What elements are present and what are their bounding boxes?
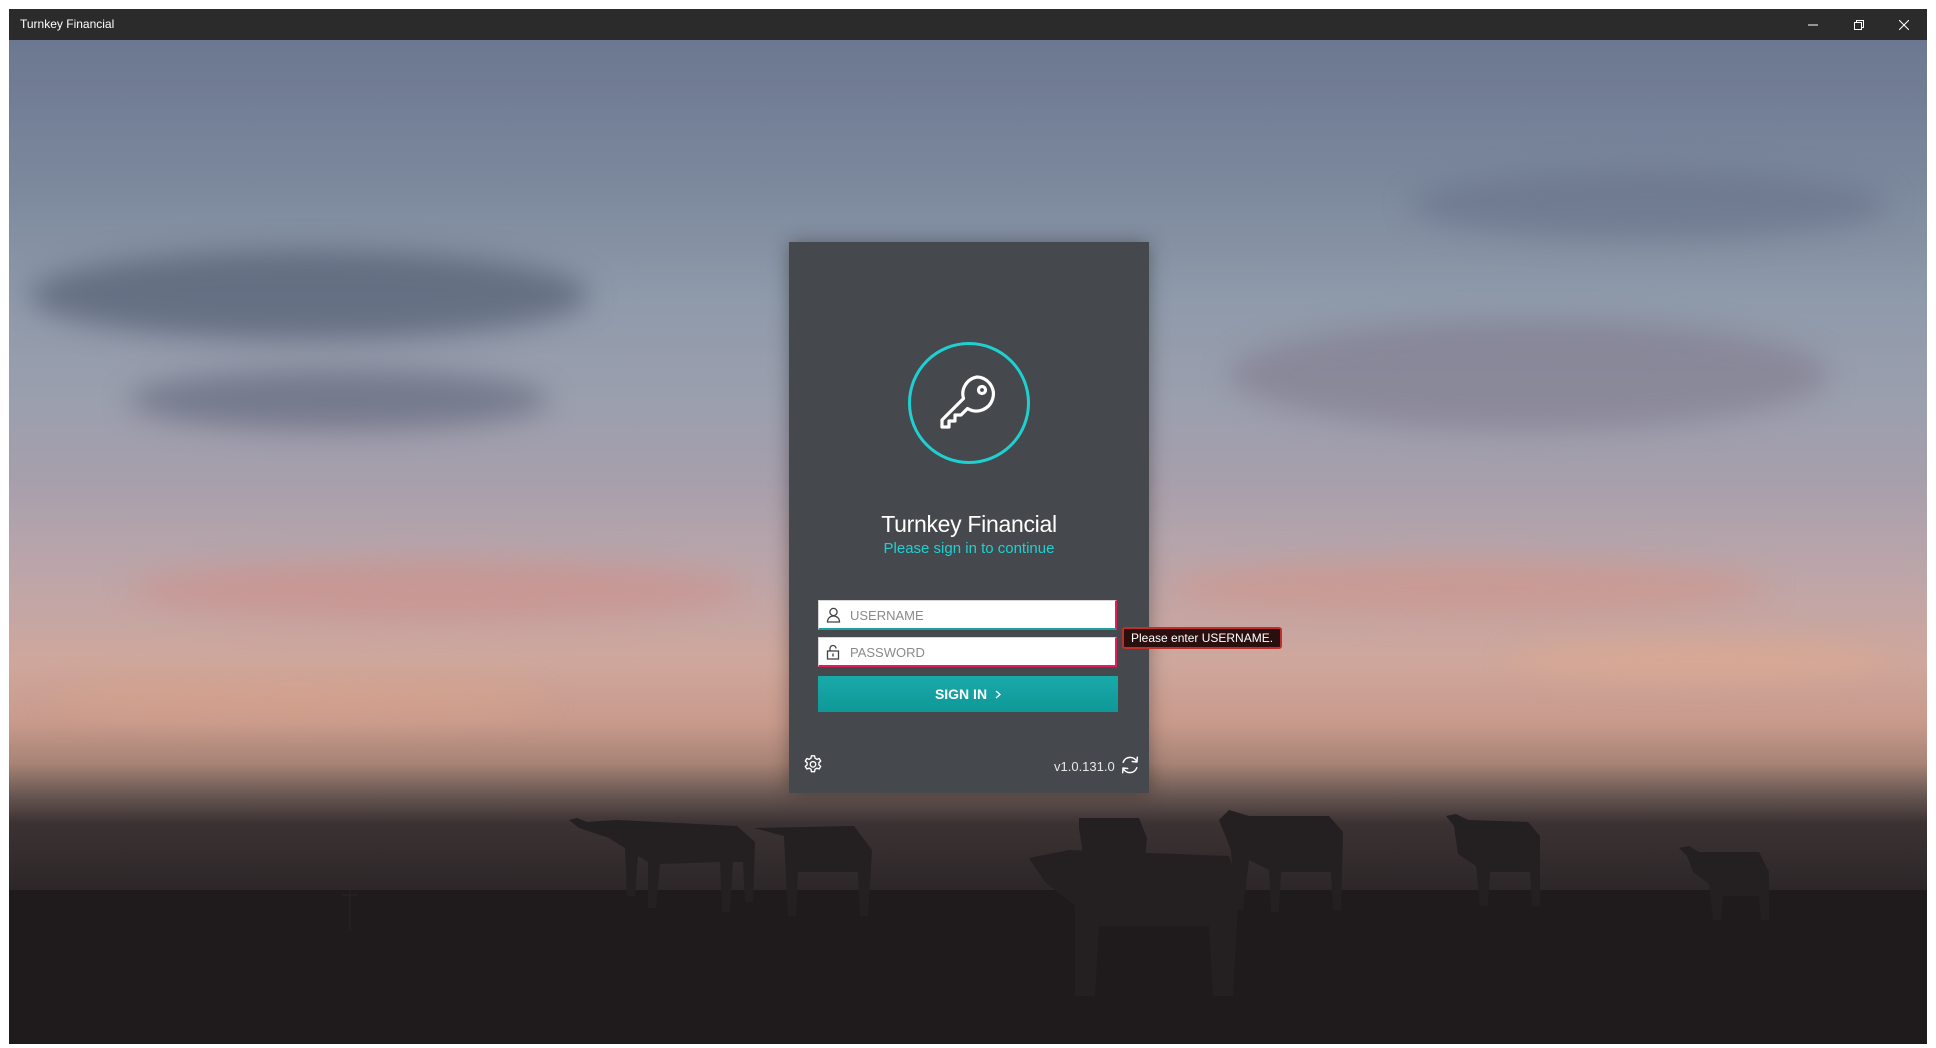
restore-icon	[1854, 19, 1864, 30]
window-title: Turnkey Financial	[20, 17, 115, 31]
title-bar[interactable]: Turnkey Financial	[9, 9, 1927, 40]
password-field[interactable]	[818, 637, 1117, 667]
minimize-button[interactable]	[1790, 9, 1836, 40]
cattle-silhouettes	[342, 810, 1769, 996]
restore-button[interactable]	[1836, 9, 1882, 40]
close-icon	[1899, 19, 1909, 30]
app-window: Turnkey Financial Turnkey Financial Plea…	[9, 9, 1927, 1044]
username-input[interactable]	[850, 601, 1108, 629]
user-icon	[826, 607, 841, 623]
username-field[interactable]	[818, 600, 1117, 630]
refresh-button[interactable]	[1119, 754, 1141, 781]
version-label: v1.0.131.0	[1054, 759, 1115, 774]
lock-icon	[826, 644, 840, 660]
validation-tooltip: Please enter USERNAME.	[1122, 627, 1283, 649]
sign-in-label: SIGN IN	[934, 686, 988, 702]
sign-in-subtitle: Please sign in to continue	[883, 540, 1055, 557]
refresh-icon	[1121, 756, 1139, 774]
password-input[interactable]	[850, 638, 1108, 666]
close-button[interactable]	[1881, 9, 1927, 40]
key-icon	[940, 375, 995, 429]
app-name: Turnkey Financial	[881, 511, 1057, 537]
chevron-right-icon	[995, 689, 1002, 699]
settings-button[interactable]	[802, 754, 824, 781]
gear-icon	[804, 755, 822, 773]
logo-circle	[908, 342, 1030, 464]
login-panel: Turnkey Financial Please sign in to cont…	[789, 242, 1149, 793]
sign-in-button[interactable]: SIGN IN	[818, 676, 1118, 712]
minimize-icon	[1808, 24, 1818, 25]
